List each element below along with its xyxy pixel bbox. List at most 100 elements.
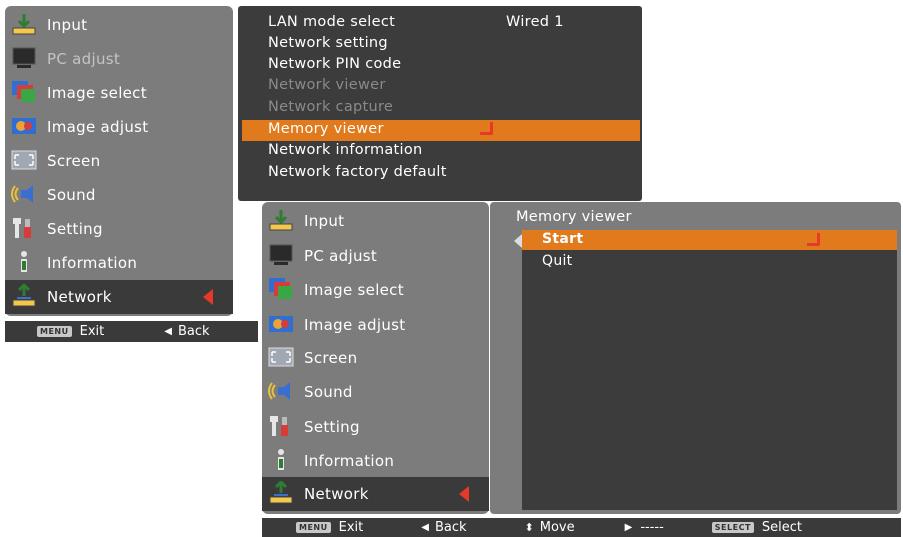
menu-item-label: Quit: [542, 253, 573, 269]
sidebar-item-label: Input: [304, 212, 345, 230]
menu-item-label: Start: [542, 231, 584, 247]
menu-item-network-factory-default[interactable]: Network factory default: [268, 164, 447, 180]
sidebar-item-label: Information: [304, 452, 395, 470]
menu-item-label: LAN mode select: [268, 14, 396, 30]
sidebar-item-network[interactable]: Network: [5, 280, 233, 314]
sidebar-item-screen[interactable]: Screen: [5, 144, 233, 178]
pc-adjust-icon: [268, 243, 296, 269]
submenu-list: Start Quit: [522, 230, 897, 510]
sidebar-item-label: Screen: [47, 152, 101, 170]
enter-icon: [480, 122, 493, 135]
sidebar-item-label: Screen: [304, 349, 358, 367]
menu-item-label: Network factory default: [268, 164, 447, 180]
sidebar-item-label: Network: [304, 485, 369, 503]
dashes-label: -----: [640, 520, 664, 535]
menu-item-start[interactable]: Start: [542, 231, 583, 247]
menu-item-label: Memory viewer: [268, 121, 384, 137]
back-arrow-icon: ◀: [164, 326, 172, 337]
exit-label[interactable]: Exit: [339, 520, 364, 535]
sidebar-item-sound[interactable]: Sound: [5, 178, 233, 212]
sidebar-item-label: Setting: [304, 418, 360, 436]
menu-item-label: Network information: [268, 142, 423, 158]
menu-item-network-viewer: Network viewer: [268, 77, 386, 93]
image-adjust-icon: [11, 114, 39, 140]
screen-icon: [268, 345, 296, 371]
information-icon: [268, 448, 296, 474]
sidebar-item-label: Setting: [47, 220, 103, 238]
sidebar-item-label: Image select: [47, 84, 147, 102]
screen-icon: [11, 148, 39, 174]
sidebar-item-network[interactable]: Network: [262, 477, 489, 511]
menu-key-icon: MENU: [296, 522, 331, 533]
menu-key-icon: MENU: [37, 326, 72, 337]
menu-item-network-setting[interactable]: Network setting: [268, 35, 388, 51]
sidebar-item-label: Image select: [304, 281, 404, 299]
select-key-icon: SELECT: [711, 522, 754, 533]
menu-item-network-pin-code[interactable]: Network PIN code: [268, 56, 401, 72]
right-arrow-icon: ▶: [624, 522, 633, 533]
sidebar-item-label: Sound: [304, 383, 353, 401]
sidebar-item-setting[interactable]: Setting: [262, 410, 489, 444]
sound-icon: [268, 379, 296, 405]
menu-item-network-information[interactable]: Network information: [268, 142, 423, 158]
network-icon: [11, 282, 39, 310]
sidebar-item-pc-adjust[interactable]: PC adjust: [5, 42, 233, 76]
image-select-icon: [11, 80, 39, 106]
submenu-left-arrow-icon: [514, 234, 522, 248]
chevron-left-icon: [459, 486, 469, 502]
sidebar-item-pc-adjust[interactable]: PC adjust: [262, 239, 489, 273]
pc-adjust-icon: [11, 46, 39, 72]
sidebar-item-setting[interactable]: Setting: [5, 212, 233, 246]
menu-item-label: Network capture: [268, 99, 394, 115]
exit-label[interactable]: Exit: [80, 324, 105, 339]
sidebar-item-information[interactable]: Information: [262, 444, 489, 478]
sidebar-item-image-adjust[interactable]: Image adjust: [5, 110, 233, 144]
back-label[interactable]: Back: [178, 324, 210, 339]
sidebar-item-image-adjust[interactable]: Image adjust: [262, 308, 489, 342]
sidebar-menu-1: Input PC adjust Image select Image adjus…: [5, 6, 233, 316]
sidebar-item-label: Input: [47, 16, 88, 34]
sidebar-item-image-select[interactable]: Image select: [5, 76, 233, 110]
network-submenu-1: LAN mode select Wired 1 Network setting …: [238, 6, 642, 201]
setting-icon: [11, 216, 39, 242]
menu-item-label: Network viewer: [268, 77, 386, 93]
sidebar-item-input[interactable]: Input: [5, 8, 233, 42]
menu-item-label: Network PIN code: [268, 56, 402, 72]
menu-item-network-capture: Network capture: [268, 99, 393, 115]
select-label[interactable]: Select: [762, 520, 802, 535]
menu-item-memory-viewer[interactable]: Memory viewer: [268, 121, 384, 137]
image-adjust-icon: [268, 312, 296, 338]
enter-icon: [807, 233, 820, 246]
setting-icon: [268, 414, 296, 440]
sidebar-item-label: Image adjust: [304, 316, 406, 334]
lan-mode-value: Wired 1: [506, 14, 564, 30]
footer-bar-1: MENU Exit ◀ Back: [5, 321, 258, 342]
input-icon: [11, 12, 39, 38]
image-select-icon: [268, 277, 296, 303]
menu-item-value: Wired 1: [506, 14, 564, 30]
sidebar-item-label: Information: [47, 254, 138, 272]
chevron-left-icon: [203, 289, 213, 305]
network-icon: [268, 479, 296, 507]
memory-viewer-panel: Memory viewer Start Quit: [490, 202, 901, 514]
move-label: Move: [539, 520, 575, 535]
sidebar-item-label: PC adjust: [304, 247, 378, 265]
back-arrow-icon: ◀: [421, 522, 429, 533]
sidebar-item-label: Image adjust: [47, 118, 149, 136]
sound-icon: [11, 182, 39, 208]
menu-item-label: Network setting: [268, 35, 388, 51]
submenu-title: Memory viewer: [516, 209, 632, 225]
sidebar-item-label: PC adjust: [47, 50, 121, 68]
sidebar-item-sound[interactable]: Sound: [262, 375, 489, 409]
footer-bar-2: MENU Exit ◀ Back ⬍ Move ▶ ----- SELECT S…: [262, 518, 901, 537]
input-icon: [268, 208, 296, 234]
sidebar-item-input[interactable]: Input: [262, 204, 489, 238]
sidebar-item-label: Sound: [47, 186, 96, 204]
back-label[interactable]: Back: [435, 520, 467, 535]
sidebar-item-image-select[interactable]: Image select: [262, 273, 489, 307]
sidebar-item-label: Network: [47, 288, 112, 306]
sidebar-item-screen[interactable]: Screen: [262, 341, 489, 375]
sidebar-item-information[interactable]: Information: [5, 246, 233, 280]
menu-item-quit[interactable]: Quit: [542, 253, 572, 269]
menu-item-lan-mode-select[interactable]: LAN mode select: [268, 14, 395, 30]
